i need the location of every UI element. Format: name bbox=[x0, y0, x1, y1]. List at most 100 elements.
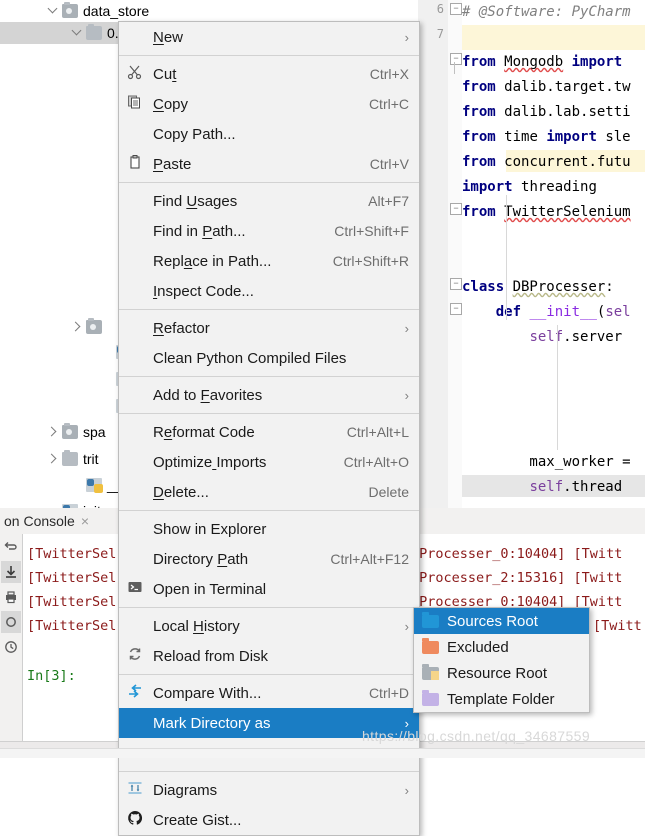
code-token: DBProcesser bbox=[512, 279, 606, 295]
code-token: class bbox=[462, 279, 513, 295]
menu-item-label: Diagrams bbox=[153, 781, 218, 799]
menu-item-cut[interactable]: Cut Ctrl+X bbox=[119, 59, 419, 89]
menu-item-new[interactable]: New › bbox=[119, 22, 419, 52]
menu-item-directory-path[interactable]: Directory Path Ctrl+Alt+F12 bbox=[119, 544, 419, 574]
fold-toggle-icon[interactable]: − bbox=[450, 203, 462, 215]
context-menu[interactable]: New › Cut Ctrl+X Copy Ctrl+C Copy Path... Paste… bbox=[118, 21, 420, 836]
menu-item-label: Find Usages bbox=[153, 192, 238, 210]
menu-item-reformat-code[interactable]: Reformat Code Ctrl+Alt+L bbox=[119, 417, 419, 447]
console-toolbar[interactable] bbox=[0, 534, 22, 757]
menu-item-open-in-terminal[interactable]: Open in Terminal bbox=[119, 574, 419, 604]
fold-toggle-icon[interactable]: − bbox=[450, 303, 462, 315]
submenu-item-resource-root[interactable]: Resource Root bbox=[414, 660, 589, 686]
menu-separator bbox=[119, 413, 419, 414]
code-token: max_worker = bbox=[462, 454, 631, 470]
console-line: [TwitterSel bbox=[27, 618, 117, 634]
python-file-icon bbox=[86, 478, 103, 493]
menu-item-show-in-explorer[interactable]: Show in Explorer bbox=[119, 514, 419, 544]
menu-item-label: Mark Directory as bbox=[153, 714, 271, 732]
menu-item-icon-placeholder bbox=[127, 124, 147, 144]
menu-item-shortcut: Ctrl+D bbox=[368, 685, 409, 701]
console-tab-label: on Console bbox=[4, 513, 75, 529]
menu-separator bbox=[119, 510, 419, 511]
tree-item[interactable]: data_store bbox=[0, 0, 149, 22]
chevron-open-icon[interactable] bbox=[46, 3, 62, 19]
code-line: from time import sle bbox=[462, 125, 631, 150]
menu-item-find-usages[interactable]: Find Usages Alt+F7 bbox=[119, 186, 419, 216]
menu-item-label: Show in Explorer bbox=[153, 520, 267, 538]
tree-item[interactable] bbox=[0, 368, 137, 390]
code-token: __init__ bbox=[529, 304, 597, 320]
menu-item-refactor[interactable]: Refactor › bbox=[119, 313, 419, 343]
chevron-open-icon[interactable] bbox=[70, 25, 86, 41]
menu-item-copy[interactable]: Copy Ctrl+C bbox=[119, 89, 419, 119]
menu-item-copy-path[interactable]: Copy Path... bbox=[119, 119, 419, 149]
chevron-closed-icon[interactable] bbox=[46, 424, 62, 440]
submenu-item-sources-root[interactable]: Sources Root bbox=[414, 608, 589, 634]
menu-item-shortcut: Ctrl+V bbox=[369, 156, 409, 172]
menu-item-compare-with[interactable]: Compare With... Ctrl+D bbox=[119, 678, 419, 708]
submenu-item-excluded[interactable]: Excluded bbox=[414, 634, 589, 660]
mark-directory-as-submenu[interactable]: Sources Root Excluded Resource Root Templat… bbox=[413, 607, 590, 713]
folder-resource-icon bbox=[422, 663, 439, 680]
menu-item-create-gist[interactable]: Create Gist... bbox=[119, 805, 419, 835]
menu-item-shortcut: Ctrl+Alt+L bbox=[346, 424, 409, 440]
code-token: from bbox=[462, 104, 505, 120]
menu-item-optimize-imports[interactable]: Optimize Imports Ctrl+Alt+O bbox=[119, 447, 419, 477]
menu-item-label: Open in Terminal bbox=[153, 580, 267, 598]
code-token: Mongodb bbox=[504, 54, 564, 70]
code-token: self bbox=[529, 329, 564, 345]
menu-item-find-in-path[interactable]: Find in Path... Ctrl+Shift+F bbox=[119, 216, 419, 246]
console-line: BProcesser_0:10404] [Twitt bbox=[411, 546, 623, 562]
code-line: # @Software: PyCharm bbox=[462, 0, 631, 25]
rerun-icon[interactable] bbox=[1, 536, 21, 558]
tree-item[interactable] bbox=[0, 341, 137, 363]
chevron-closed-icon[interactable] bbox=[70, 319, 86, 335]
clipboard-icon bbox=[127, 154, 147, 174]
menu-item-local-history[interactable]: Local History › bbox=[119, 611, 419, 641]
code-line: max_worker = bbox=[462, 450, 631, 475]
code-token: import bbox=[546, 129, 597, 145]
close-icon[interactable]: × bbox=[81, 513, 89, 529]
tree-item[interactable] bbox=[0, 395, 137, 417]
code-token: from bbox=[462, 204, 505, 220]
fold-toggle-icon[interactable]: − bbox=[450, 53, 462, 65]
menu-item-label: Clean Python Compiled Files bbox=[153, 349, 347, 367]
code-editor[interactable]: 6 7 − − − − − # @Software: PyCharm from M… bbox=[418, 0, 645, 520]
submenu-item-template-folder[interactable]: Template Folder bbox=[414, 686, 589, 712]
tree-item[interactable] bbox=[0, 316, 107, 338]
history-icon[interactable] bbox=[1, 636, 21, 658]
menu-item-label: Compare With... bbox=[153, 684, 262, 702]
scroll-to-end-icon[interactable] bbox=[1, 561, 21, 583]
code-token: sel bbox=[605, 304, 631, 320]
editor-gutter[interactable]: 6 7 bbox=[418, 0, 449, 520]
code-token: : bbox=[605, 279, 614, 295]
copy-icon bbox=[127, 94, 147, 114]
fold-toggle-icon[interactable]: − bbox=[450, 3, 462, 15]
menu-item-inspect-code[interactable]: Inspect Code... bbox=[119, 276, 419, 306]
menu-item-add-to-favorites[interactable]: Add to Favorites › bbox=[119, 380, 419, 410]
menu-item-delete[interactable]: Delete... Delete bbox=[119, 477, 419, 507]
menu-item-paste[interactable]: Paste Ctrl+V bbox=[119, 149, 419, 179]
console-tab[interactable]: on Console × bbox=[0, 510, 94, 532]
tree-item[interactable]: trit bbox=[0, 448, 99, 470]
code-token: dalib.target.tw bbox=[504, 79, 631, 95]
stop-icon[interactable] bbox=[1, 611, 21, 633]
chevron-closed-icon[interactable] bbox=[46, 451, 62, 467]
tree-item[interactable]: __i bbox=[0, 474, 126, 496]
github-icon bbox=[127, 810, 147, 830]
menu-item-icon-placeholder bbox=[127, 348, 147, 368]
menu-item-diagrams[interactable]: Diagrams › bbox=[119, 775, 419, 805]
menu-item-replace-in-path[interactable]: Replace in Path... Ctrl+Shift+R bbox=[119, 246, 419, 276]
tree-item[interactable]: spa bbox=[0, 421, 106, 443]
menu-item-reload-from-disk[interactable]: Reload from Disk bbox=[119, 641, 419, 671]
print-icon[interactable] bbox=[1, 586, 21, 608]
menu-item-clean-python-compiled-files[interactable]: Clean Python Compiled Files bbox=[119, 343, 419, 373]
diagram-icon bbox=[127, 780, 147, 800]
fold-toggle-icon[interactable]: − bbox=[450, 278, 462, 290]
editor-fold-bar[interactable]: − − − − − bbox=[448, 0, 462, 520]
submenu-item-label: Resource Root bbox=[447, 664, 548, 682]
menu-item-shortcut: Ctrl+Alt+F12 bbox=[330, 551, 409, 567]
code-token: concurrent.futu bbox=[504, 154, 631, 170]
